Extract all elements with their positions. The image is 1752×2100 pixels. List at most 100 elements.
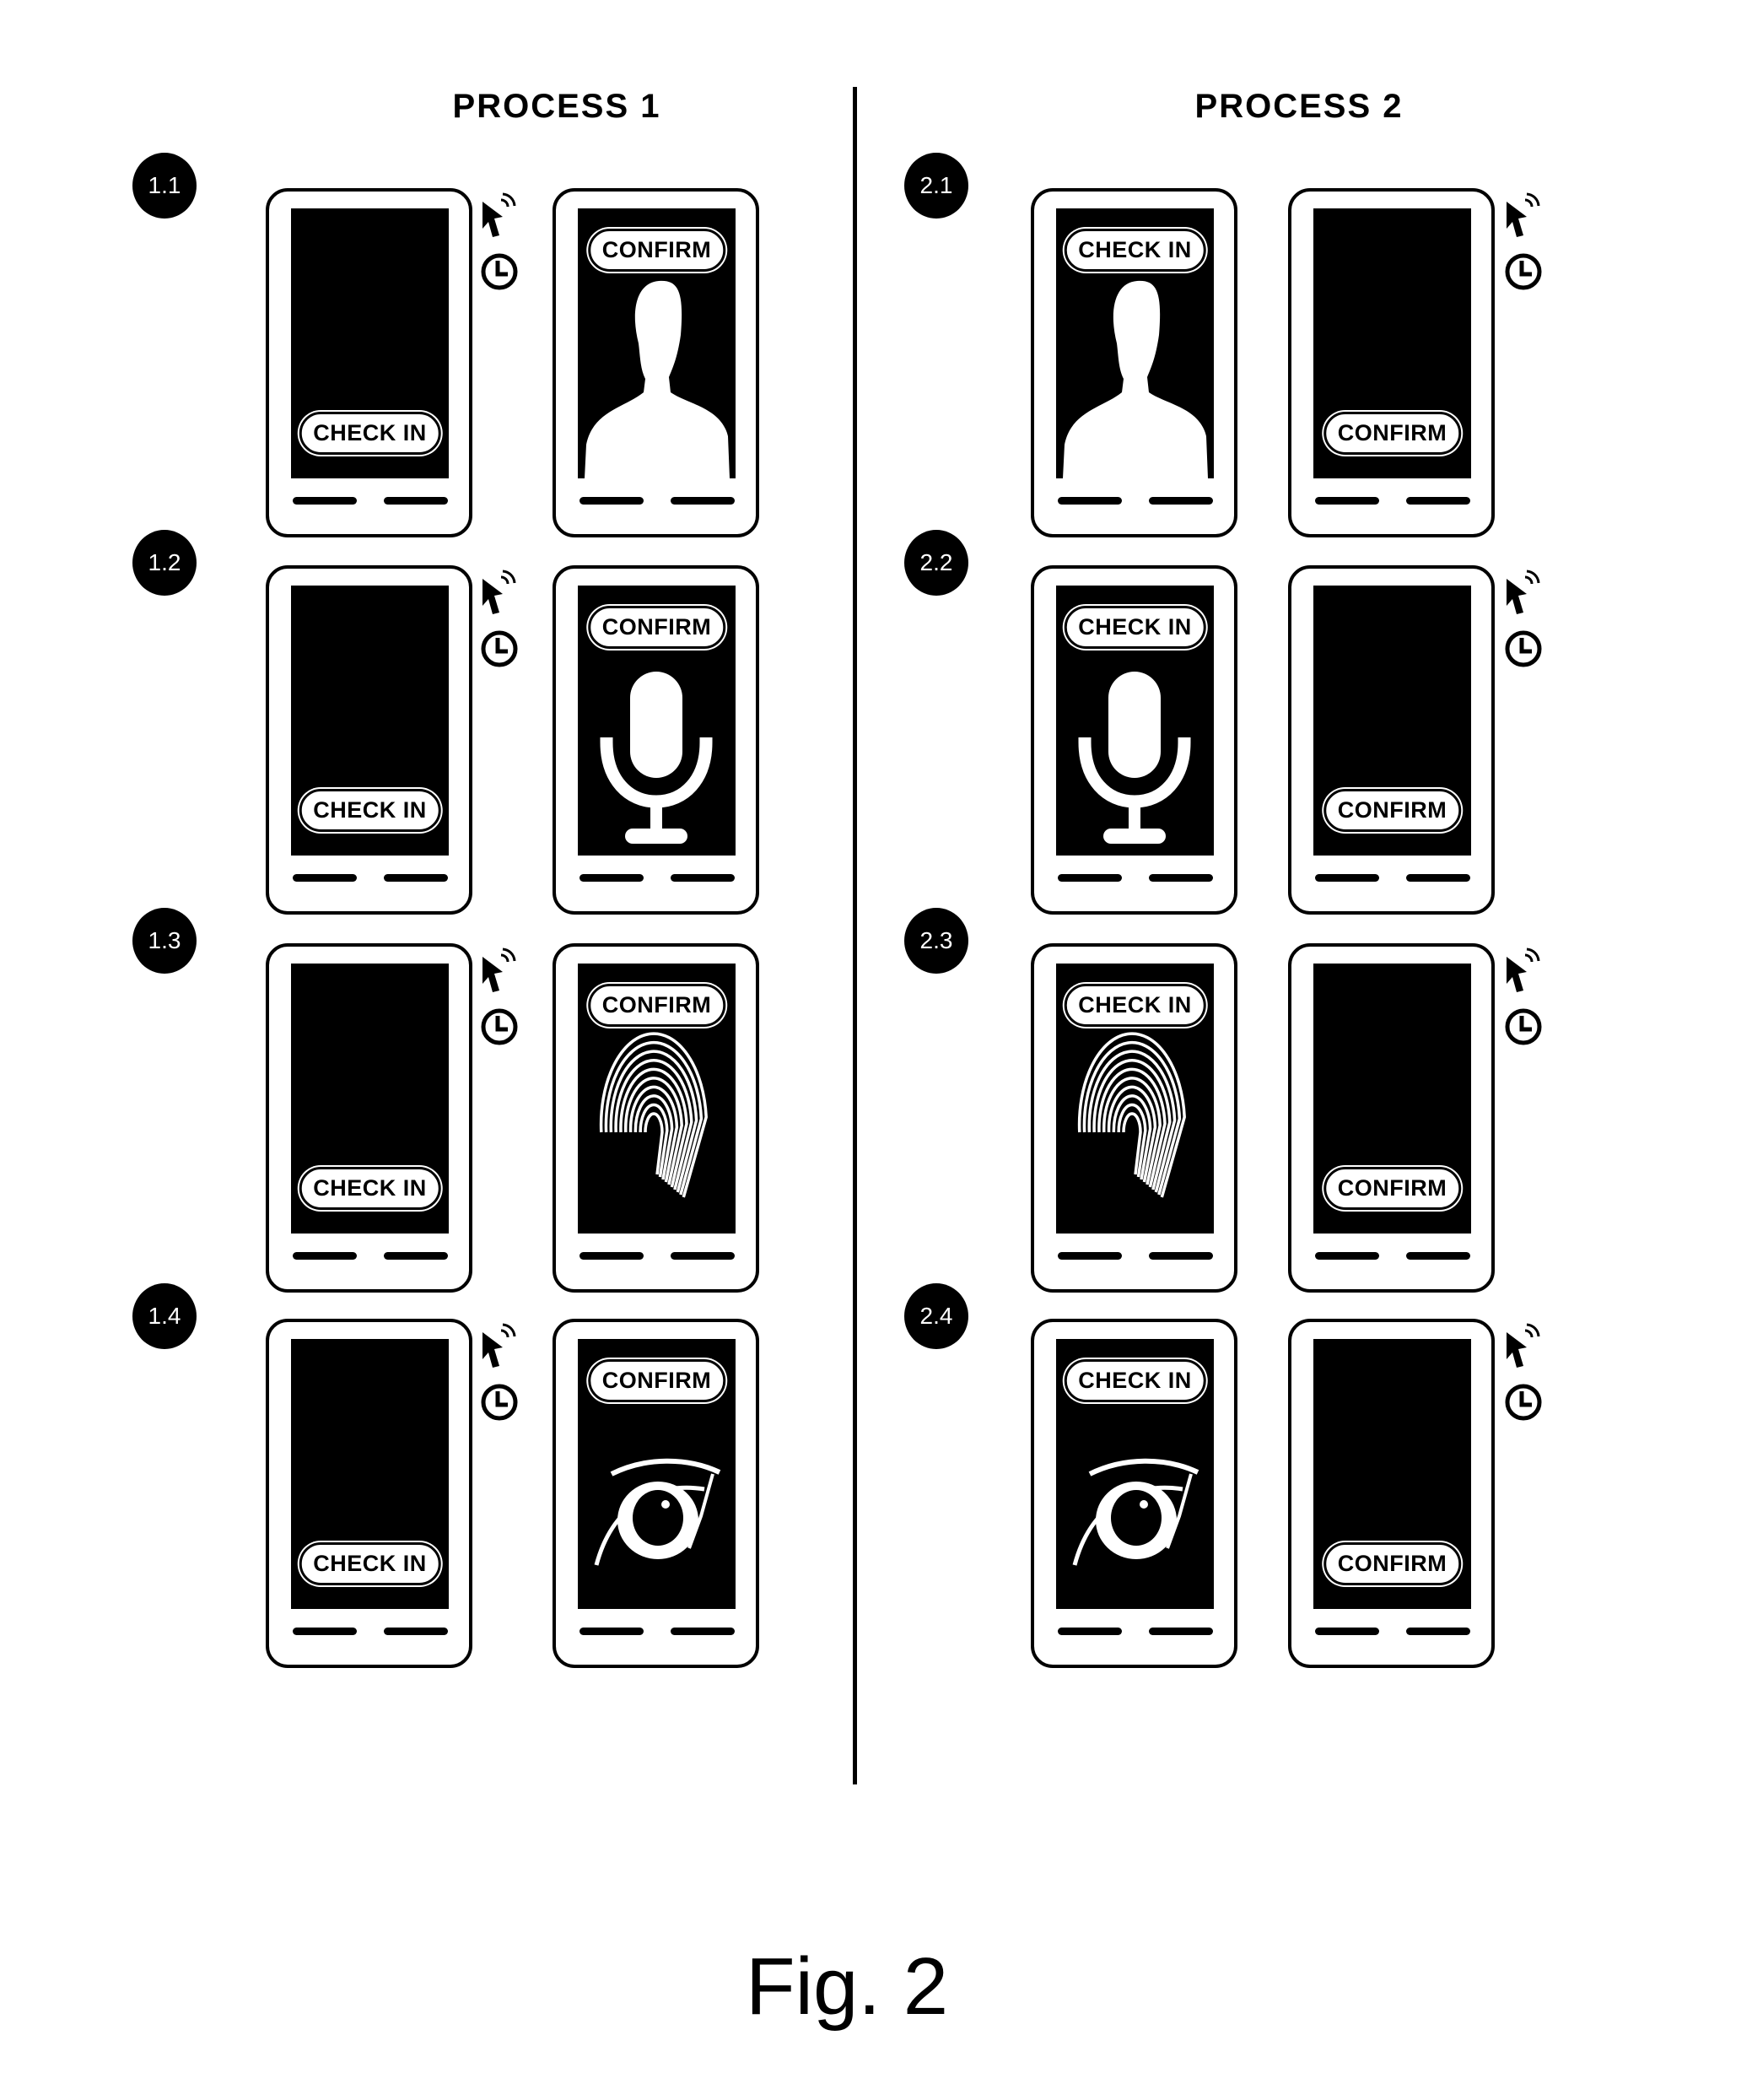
phone-screen: CHECK IN (1056, 1339, 1214, 1609)
process-divider (853, 87, 857, 1784)
phone-device: CHECK IN (266, 943, 472, 1293)
clock-icon (1505, 630, 1542, 667)
interaction-timer-icons (1501, 192, 1545, 293)
nav-button-left[interactable] (1315, 874, 1379, 882)
phone-screen: CONFIRM (1313, 586, 1471, 856)
phone-device: CONFIRM (1288, 188, 1495, 537)
phone-screen: CHECK IN (291, 586, 449, 856)
phone-device: CONFIRM (1288, 565, 1495, 915)
tap-cursor-icon (482, 947, 516, 992)
check-in-button[interactable]: CHECK IN (299, 1167, 441, 1210)
step-badge: 2.3 (904, 908, 968, 974)
phone-device: CHECK IN (1031, 565, 1237, 915)
nav-button-left[interactable] (1315, 1252, 1379, 1260)
nav-button-right[interactable] (384, 1628, 448, 1635)
nav-button-right[interactable] (384, 1252, 448, 1260)
nav-button-left[interactable] (293, 1628, 357, 1635)
nav-button-right[interactable] (384, 874, 448, 882)
phone-screen: CHECK IN (1056, 586, 1214, 856)
nav-button-left[interactable] (580, 1628, 644, 1635)
nav-button-right[interactable] (1149, 1252, 1213, 1260)
nav-button-right[interactable] (671, 874, 735, 882)
confirm-button[interactable]: CONFIRM (587, 229, 726, 272)
phone-device: CONFIRM (553, 188, 759, 537)
tap-cursor-icon (482, 192, 516, 237)
tap-cursor-icon (482, 1323, 516, 1368)
confirm-button[interactable]: CONFIRM (1323, 1167, 1462, 1210)
phone-device: CONFIRM (1288, 943, 1495, 1293)
clock-icon (481, 630, 518, 667)
nav-button-left[interactable] (1315, 1628, 1379, 1635)
confirm-button[interactable]: CONFIRM (1323, 412, 1462, 455)
process-2-title: PROCESS 2 (1194, 88, 1404, 125)
nav-button-left[interactable] (293, 497, 357, 505)
nav-button-right[interactable] (671, 1628, 735, 1635)
check-in-button[interactable]: CHECK IN (1064, 984, 1206, 1027)
step-badge: 1.2 (132, 530, 197, 596)
confirm-button[interactable]: CONFIRM (587, 984, 726, 1027)
nav-button-left[interactable] (1058, 1628, 1122, 1635)
interaction-timer-icons (477, 569, 521, 670)
step-badge: 1.4 (132, 1283, 197, 1349)
interaction-timer-icons (477, 947, 521, 1048)
phone-device: CHECK IN (266, 1319, 472, 1668)
confirm-button[interactable]: CONFIRM (1323, 789, 1462, 832)
nav-button-left[interactable] (293, 1252, 357, 1260)
nav-button-right[interactable] (1149, 497, 1213, 505)
confirm-button[interactable]: CONFIRM (1323, 1542, 1462, 1585)
confirm-button[interactable]: CONFIRM (587, 1359, 726, 1402)
phone-device: CHECK IN (1031, 188, 1237, 537)
phone-device: CONFIRM (1288, 1319, 1495, 1668)
nav-button-right[interactable] (671, 1252, 735, 1260)
step-badge: 2.4 (904, 1283, 968, 1349)
nav-button-left[interactable] (1058, 1252, 1122, 1260)
tap-cursor-icon (1507, 947, 1540, 992)
phone-device: CHECK IN (266, 565, 472, 915)
nav-button-left[interactable] (1315, 497, 1379, 505)
nav-button-right[interactable] (1406, 874, 1470, 882)
step-badge: 2.2 (904, 530, 968, 596)
nav-button-right[interactable] (1149, 1628, 1213, 1635)
step-badge: 2.1 (904, 153, 968, 219)
nav-button-right[interactable] (1406, 1628, 1470, 1635)
check-in-button[interactable]: CHECK IN (299, 412, 441, 455)
step-badge: 1.3 (132, 908, 197, 974)
check-in-button[interactable]: CHECK IN (1064, 606, 1206, 649)
clock-icon (1505, 1008, 1542, 1045)
nav-button-left[interactable] (580, 1252, 644, 1260)
interaction-timer-icons (1501, 569, 1545, 670)
phone-screen: CHECK IN (291, 964, 449, 1234)
check-in-button[interactable]: CHECK IN (299, 789, 441, 832)
phone-device: CHECK IN (1031, 943, 1237, 1293)
phone-screen: CHECK IN (1056, 964, 1214, 1234)
tap-cursor-icon (1507, 570, 1540, 614)
nav-button-right[interactable] (671, 497, 735, 505)
check-in-button[interactable]: CHECK IN (1064, 1359, 1206, 1402)
phone-screen: CONFIRM (578, 586, 736, 856)
nav-button-left[interactable] (293, 874, 357, 882)
nav-button-left[interactable] (580, 497, 644, 505)
nav-button-left[interactable] (1058, 497, 1122, 505)
step-badge: 1.1 (132, 153, 197, 219)
figure-caption: Fig. 2 (746, 1941, 949, 2032)
nav-button-left[interactable] (1058, 874, 1122, 882)
phone-screen: CONFIRM (578, 208, 736, 478)
phone-device: CONFIRM (553, 1319, 759, 1668)
tap-cursor-icon (1507, 1323, 1540, 1368)
interaction-timer-icons (1501, 1322, 1545, 1423)
check-in-button[interactable]: CHECK IN (299, 1542, 441, 1585)
confirm-button[interactable]: CONFIRM (587, 606, 726, 649)
nav-button-right[interactable] (1149, 874, 1213, 882)
phone-screen: CHECK IN (291, 1339, 449, 1609)
nav-button-right[interactable] (1406, 497, 1470, 505)
nav-button-right[interactable] (384, 497, 448, 505)
check-in-button[interactable]: CHECK IN (1064, 229, 1206, 272)
nav-button-right[interactable] (1406, 1252, 1470, 1260)
tap-cursor-icon (482, 570, 516, 614)
clock-icon (1505, 253, 1542, 290)
clock-icon (1505, 1384, 1542, 1421)
phone-screen: CONFIRM (1313, 1339, 1471, 1609)
phone-screen: CONFIRM (1313, 964, 1471, 1234)
nav-button-left[interactable] (580, 874, 644, 882)
clock-icon (481, 1384, 518, 1421)
